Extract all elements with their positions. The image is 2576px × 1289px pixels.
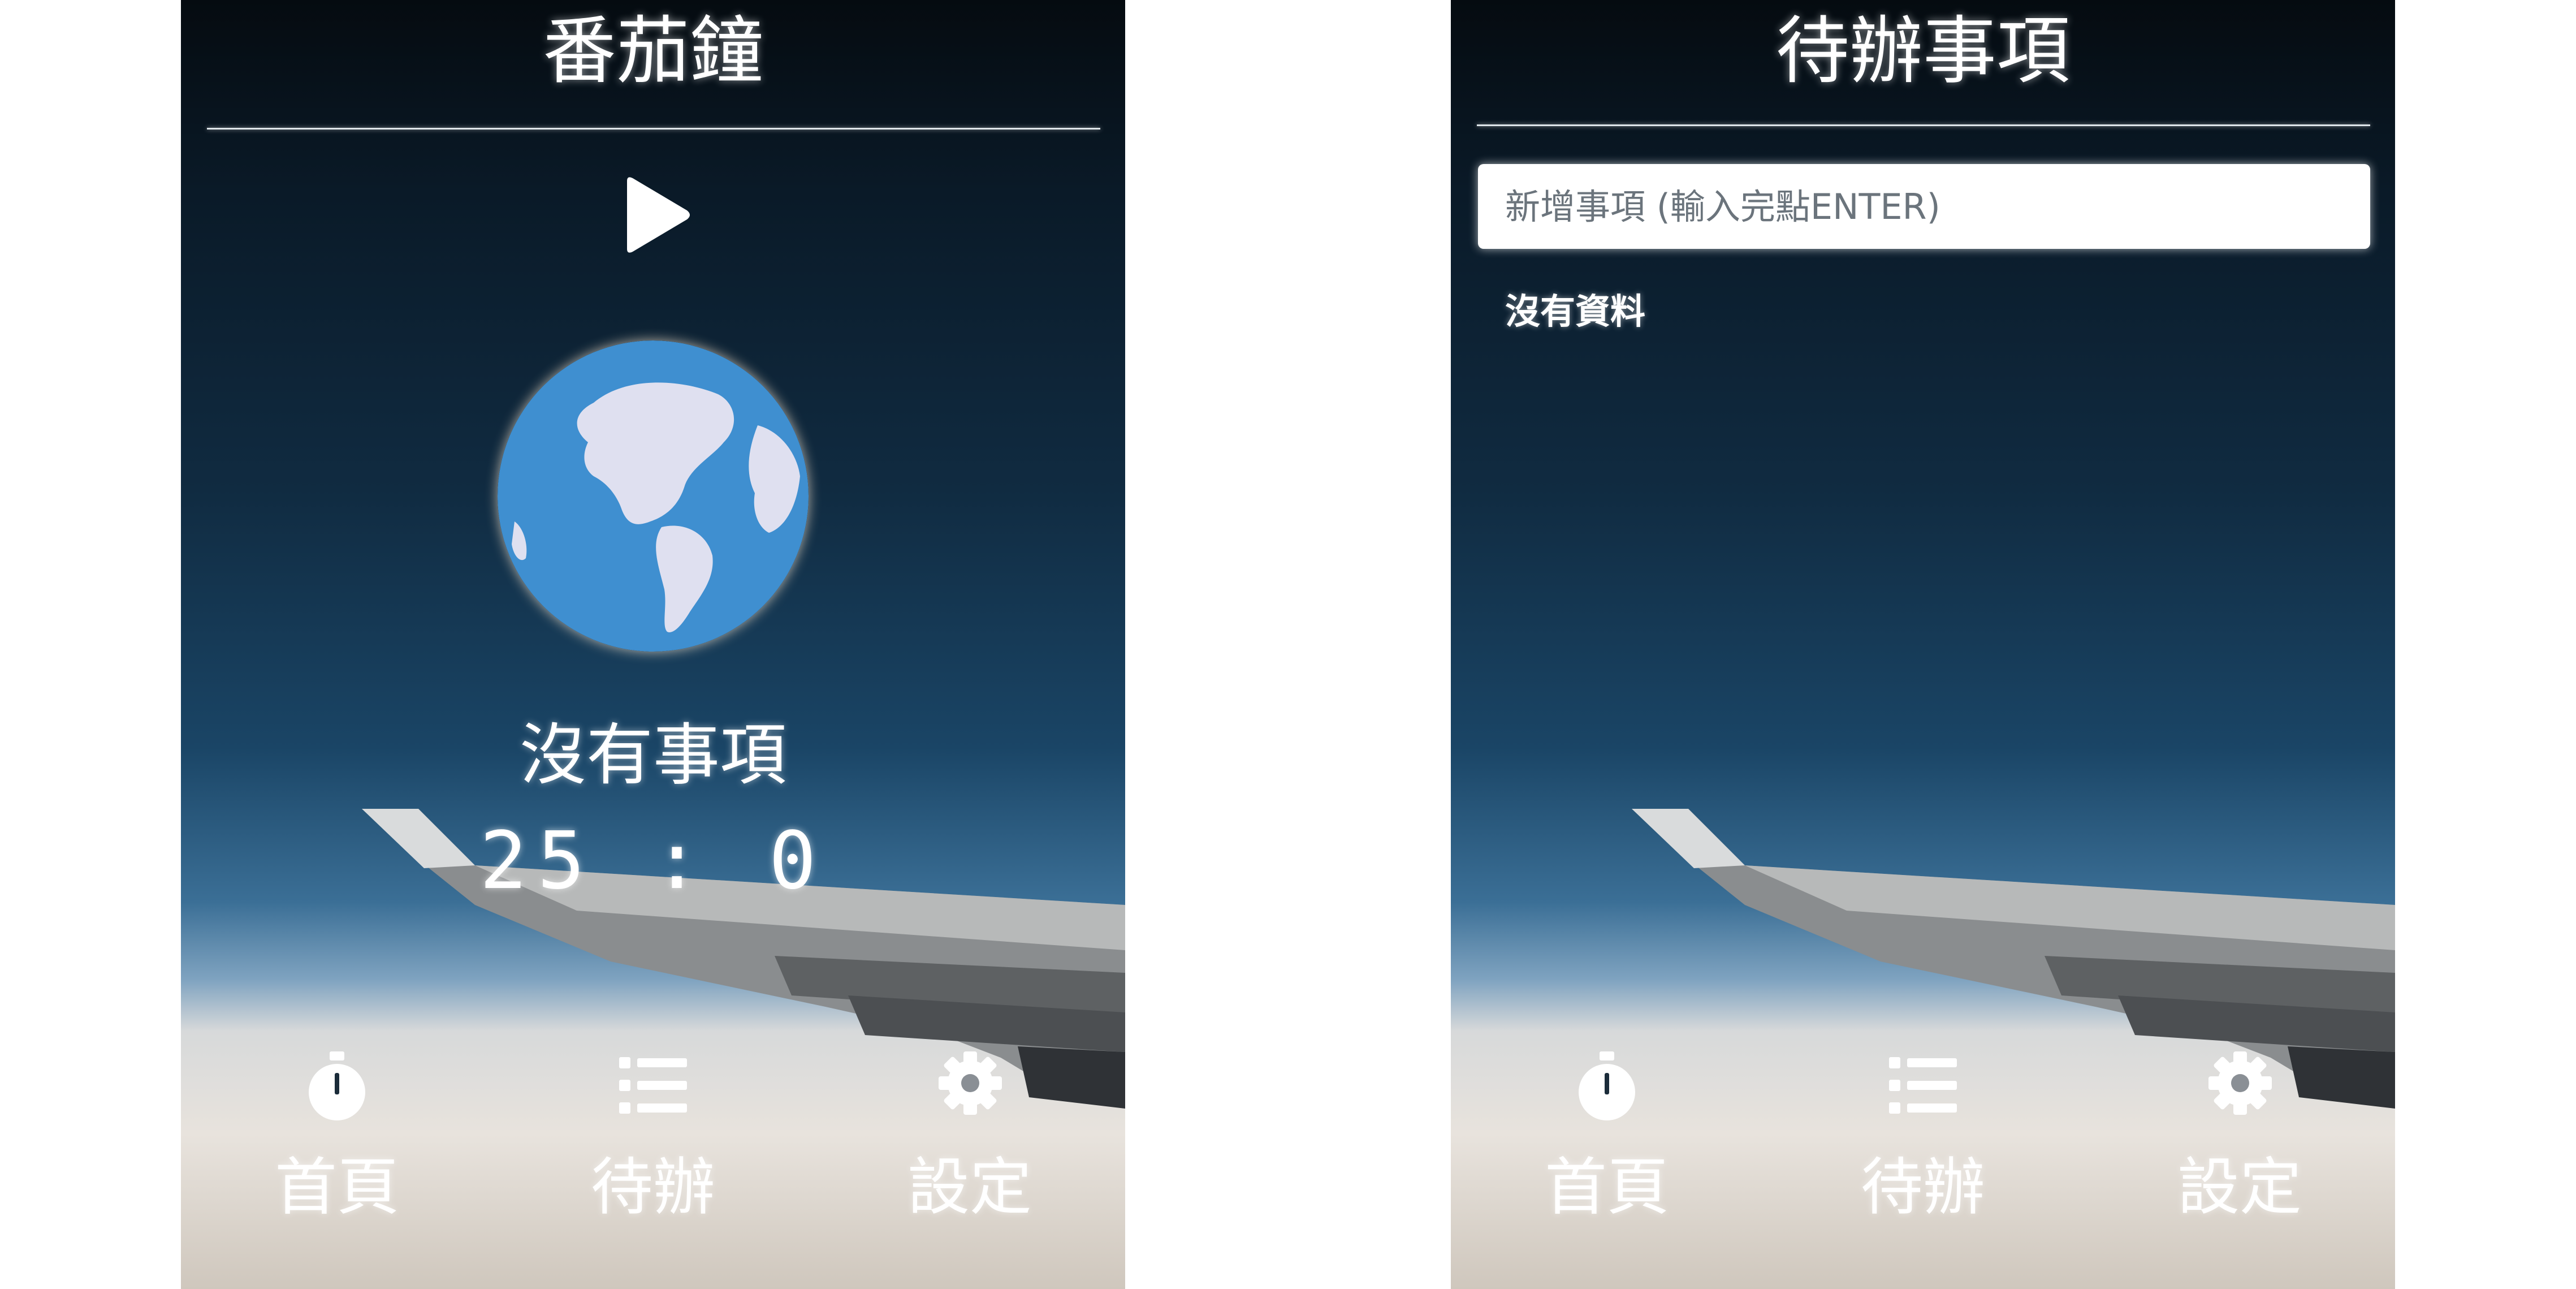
current-task-label: 沒有事項 [519,716,786,794]
nav-label-home: 首頁 [1545,1151,1669,1223]
timer-display: 25 : 0 [479,815,827,907]
nav-item-home[interactable]: 首頁 [1522,1051,1692,1289]
nav-label-todo: 待辦 [591,1151,715,1223]
title-divider [1477,124,2370,126]
nav-item-settings[interactable]: 設定 [2155,1051,2324,1289]
stopwatch-icon [1579,1051,1635,1120]
nav-item-settings[interactable]: 設定 [885,1051,1054,1289]
nav-item-todo[interactable]: 待辦 [1838,1051,2008,1289]
bottom-nav: 首頁 待辦 設定 [181,1051,1125,1289]
pomodoro-screen: 番茄鐘 沒有事項 25 : 0 首頁 待辦 設定 [181,0,1125,1289]
globe-icon [498,340,809,652]
page-title: 番茄鐘 [542,8,763,94]
nav-item-todo[interactable]: 待辦 [568,1051,738,1289]
todo-screen: 待辦事項 沒有資料 首頁 待辦 [1451,0,2395,1289]
gear-icon [939,1051,1002,1115]
title-divider [207,128,1100,130]
stopwatch-icon [309,1051,365,1120]
list-icon [1889,1057,1957,1114]
play-icon[interactable] [619,175,693,255]
list-icon [619,1057,687,1114]
nav-label-home: 首頁 [275,1151,399,1223]
page-title: 待辦事項 [1775,8,2070,94]
nav-item-home[interactable]: 首頁 [252,1051,422,1289]
nav-label-settings: 設定 [907,1151,1032,1223]
bottom-nav: 首頁 待辦 設定 [1451,1051,2395,1289]
new-todo-input[interactable] [1478,164,2370,249]
nav-label-todo: 待辦 [1861,1151,1985,1223]
empty-list-message: 沒有資料 [1505,291,1646,332]
gear-icon [2208,1051,2272,1115]
nav-label-settings: 設定 [2177,1151,2302,1223]
